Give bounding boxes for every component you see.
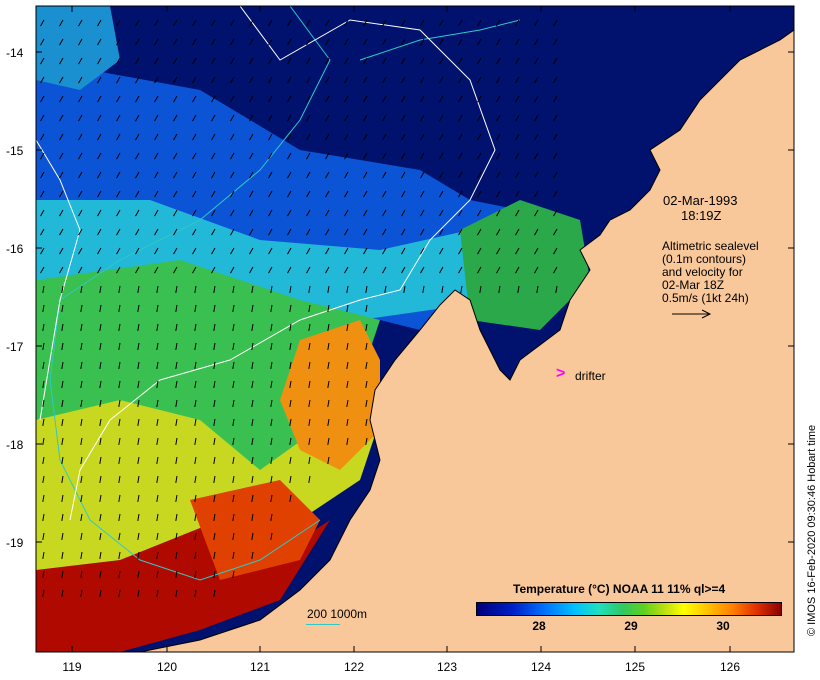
lon-tick-label: 121	[249, 660, 271, 674]
lat-tick-label: -19	[6, 536, 24, 550]
lon-tick-label: 125	[624, 660, 646, 674]
lon-tick-label: 123	[436, 660, 458, 674]
temperature-colorbar	[476, 602, 782, 616]
contour-legend-line	[306, 624, 340, 625]
lon-tick-label: 120	[156, 660, 178, 674]
observation-datetime: 02-Mar-1993 18:19Z	[663, 193, 737, 223]
lat-tick-label: -14	[6, 46, 24, 60]
lon-tick-label: 124	[530, 660, 552, 674]
colorbar-tick-label: 29	[624, 619, 638, 633]
lat-tick-label: -16	[6, 242, 24, 256]
lat-tick-label: -18	[6, 438, 24, 452]
sst-map	[35, 5, 795, 653]
altimetry-note: Altimetric sealevel (0.1m contours) and …	[662, 240, 759, 305]
lat-tick-label: -17	[6, 340, 24, 354]
colorbar-tick-label: 30	[716, 619, 730, 633]
colorbar-title: Temperature (°C) NOAA 11 11% ql>=4	[513, 582, 726, 596]
credit-text: © IMOS 16-Feb-2020 09:30:46 Hobart time	[806, 424, 818, 636]
lon-tick-label: 126	[719, 660, 741, 674]
drifter-label: drifter	[575, 369, 606, 383]
lon-tick-label: 122	[343, 660, 365, 674]
drifter-symbol: >	[556, 365, 566, 382]
observation-time: 18:19Z	[681, 208, 722, 223]
observation-date: 02-Mar-1993	[663, 193, 738, 208]
lon-tick-label: 119	[62, 660, 82, 674]
altimetry-line: 0.5m/s (1kt 24h)	[662, 291, 749, 305]
lat-tick-label: -15	[6, 144, 24, 158]
colorbar-tick-label: 28	[532, 619, 546, 633]
contour-legend: 200 1000m	[307, 607, 368, 621]
